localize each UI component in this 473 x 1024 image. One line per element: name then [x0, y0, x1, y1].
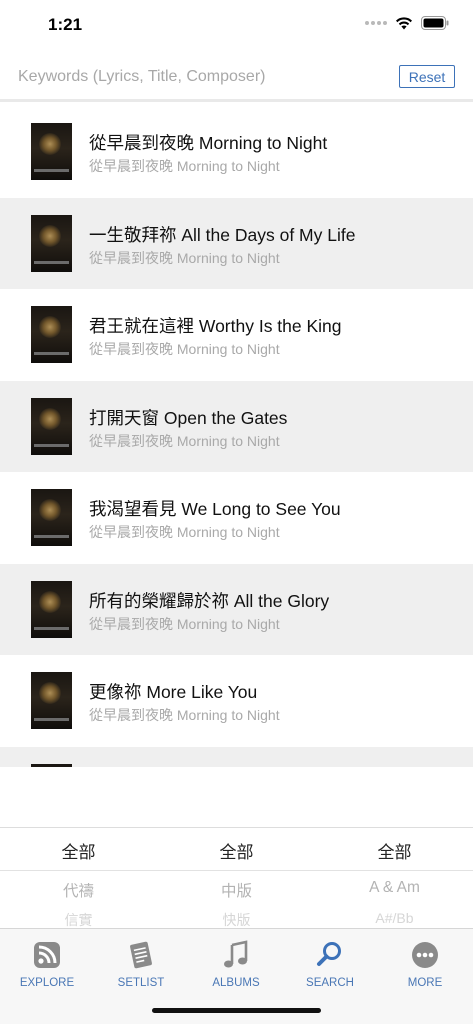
search-icon [317, 942, 341, 966]
song-album: 從早晨到夜晚 Morning to Night [89, 158, 280, 174]
song-row[interactable]: 君王就在這裡 Worthy Is the King 從早晨到夜晚 Morning… [0, 289, 473, 381]
song-album: 從早晨到夜晚 Morning to Night [89, 707, 280, 723]
song-row[interactable]: 我渴望看見 We Long to See You 從早晨到夜晚 Morning … [0, 472, 473, 564]
music-note-icon [224, 940, 248, 968]
tab-explore[interactable]: EXPLORE [0, 935, 94, 995]
picker-selected-value: 全部 [61, 843, 96, 862]
home-indicator[interactable] [152, 1008, 321, 1013]
picker-option[interactable]: 信實 [0, 910, 157, 928]
picker-selected-value: 全部 [219, 843, 254, 862]
song-title: 從早晨到夜晚 Morning to Night [89, 133, 328, 153]
picker-selected-value: 全部 [377, 843, 412, 862]
tab-label: MORE [407, 977, 443, 989]
album-cover [31, 397, 72, 455]
song-row[interactable]: 從早晨到夜晚 Morning to Night 從早晨到夜晚 Morning t… [0, 106, 473, 198]
battery-icon [421, 16, 449, 30]
song-list[interactable]: 從早晨到夜晚 Morning to Night 從早晨到夜晚 Morning t… [0, 106, 473, 767]
song-row-partial[interactable] [0, 746, 473, 767]
song-row[interactable]: 打開天窗 Open the Gates 從早晨到夜晚 Morning to Ni… [0, 380, 473, 472]
tab-setlist[interactable]: SETLIST [94, 935, 188, 995]
tab-search[interactable]: SEARCH [283, 935, 377, 995]
song-title: 更像祢 More Like You [89, 682, 258, 702]
album-cover [31, 123, 72, 180]
tab-label: SETLIST [117, 977, 165, 989]
search-bar: Reset [0, 52, 473, 102]
song-album: 從早晨到夜晚 Morning to Night [89, 249, 280, 266]
picker-option[interactable]: 快版 [158, 910, 315, 928]
filter-picker[interactable]: 全部 代禱 信實 全部 中版 快版 全部 A & Am A#/Bb [0, 827, 473, 928]
song-title: 一生敬拜祢 All the Days of My Life [89, 224, 356, 245]
wifi-icon [396, 17, 412, 30]
picker-option[interactable]: 中版 [158, 879, 315, 901]
reset-button[interactable]: Reset [399, 65, 455, 88]
album-cover [31, 489, 72, 546]
album-cover [31, 580, 72, 638]
setlist-icon [130, 941, 152, 969]
song-album: 從早晨到夜晚 Morning to Night [89, 341, 280, 357]
cellular-signal-icon [365, 21, 387, 25]
tab-label: ALBUMS [212, 977, 260, 989]
album-cover [31, 672, 72, 729]
album-cover [31, 214, 72, 272]
tab-albums[interactable]: ALBUMS [189, 935, 283, 995]
status-bar: 1:21 [0, 0, 473, 52]
song-title: 打開天窗 Open the Gates [89, 407, 288, 428]
song-album: 從早晨到夜晚 Morning to Night [89, 615, 280, 632]
picker-divider [0, 870, 473, 871]
status-icons [365, 16, 449, 30]
album-cover [31, 306, 72, 363]
explore-icon [34, 942, 60, 968]
song-title: 君王就在這裡 Worthy Is the King [89, 316, 342, 336]
song-row[interactable]: 所有的榮耀歸於祢 All the Glory 從早晨到夜晚 Morning to… [0, 563, 473, 655]
tab-more[interactable]: MORE [378, 935, 472, 995]
tab-label: SEARCH [306, 977, 354, 989]
song-title: 我渴望看見 We Long to See You [89, 499, 341, 519]
picker-option[interactable]: A#/Bb [316, 910, 473, 926]
song-row[interactable]: 一生敬拜祢 All the Days of My Life 從早晨到夜晚 Mor… [0, 197, 473, 289]
song-album: 從早晨到夜晚 Morning to Night [89, 432, 280, 449]
song-album: 從早晨到夜晚 Morning to Night [89, 524, 280, 540]
picker-option[interactable]: 代禱 [0, 879, 157, 901]
song-row[interactable]: 更像祢 More Like You 從早晨到夜晚 Morning to Nigh… [0, 655, 473, 747]
album-cover [31, 763, 72, 767]
search-input[interactable] [18, 64, 378, 90]
picker-option[interactable]: A & Am [316, 879, 473, 897]
song-title: 所有的榮耀歸於祢 All the Glory [89, 590, 330, 611]
tab-label: EXPLORE [19, 977, 75, 989]
status-time: 1:21 [48, 15, 83, 34]
more-icon [412, 942, 438, 968]
